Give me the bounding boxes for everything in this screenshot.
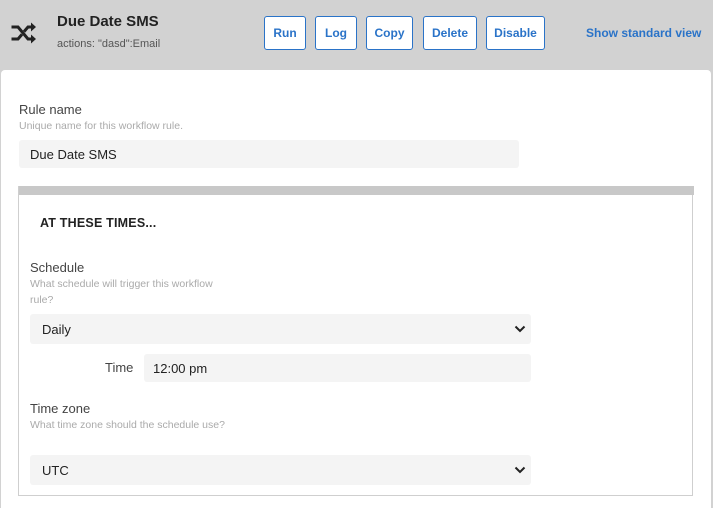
delete-button[interactable]: Delete xyxy=(423,16,477,50)
disable-button[interactable]: Disable xyxy=(486,16,545,50)
schedule-hint: What schedule will trigger this workflow… xyxy=(30,278,213,306)
rule-editor-panel: Rule name Unique name for this workflow … xyxy=(1,70,711,508)
time-label: Time xyxy=(105,360,134,375)
time-input[interactable]: 12:00 pm xyxy=(144,354,531,382)
rule-name-hint: Unique name for this workflow rule. xyxy=(19,120,183,132)
schedule-selected-value: Daily xyxy=(42,321,71,337)
section-divider xyxy=(19,186,694,195)
rule-name-input[interactable]: Due Date SMS xyxy=(19,140,519,168)
rule-name-label: Rule name xyxy=(19,102,82,117)
page-title: Due Date SMS xyxy=(57,13,159,30)
schedule-section: AT THESE TIMES... Schedule What schedule… xyxy=(18,186,694,496)
copy-button[interactable]: Copy xyxy=(366,16,413,50)
header-bar: Due Date SMS actions: "dasd":Email Run L… xyxy=(0,0,713,70)
chevron-down-icon xyxy=(514,325,526,333)
schedule-select[interactable]: Daily xyxy=(30,314,531,344)
shuffle-icon xyxy=(11,22,36,44)
chevron-down-icon xyxy=(514,466,526,474)
timezone-selected-value: UTC xyxy=(42,462,69,478)
rule-subtitle: actions: "dasd":Email xyxy=(57,38,161,50)
run-button[interactable]: Run xyxy=(264,16,306,50)
timezone-select[interactable]: UTC xyxy=(30,455,531,485)
timezone-hint: What time zone should the schedule use? xyxy=(30,419,225,431)
schedule-label: Schedule xyxy=(30,260,85,275)
timezone-label: Time zone xyxy=(30,401,91,416)
section-heading: AT THESE TIMES... xyxy=(40,216,157,230)
show-standard-view-link[interactable]: Show standard view xyxy=(586,26,701,40)
log-button[interactable]: Log xyxy=(315,16,357,50)
